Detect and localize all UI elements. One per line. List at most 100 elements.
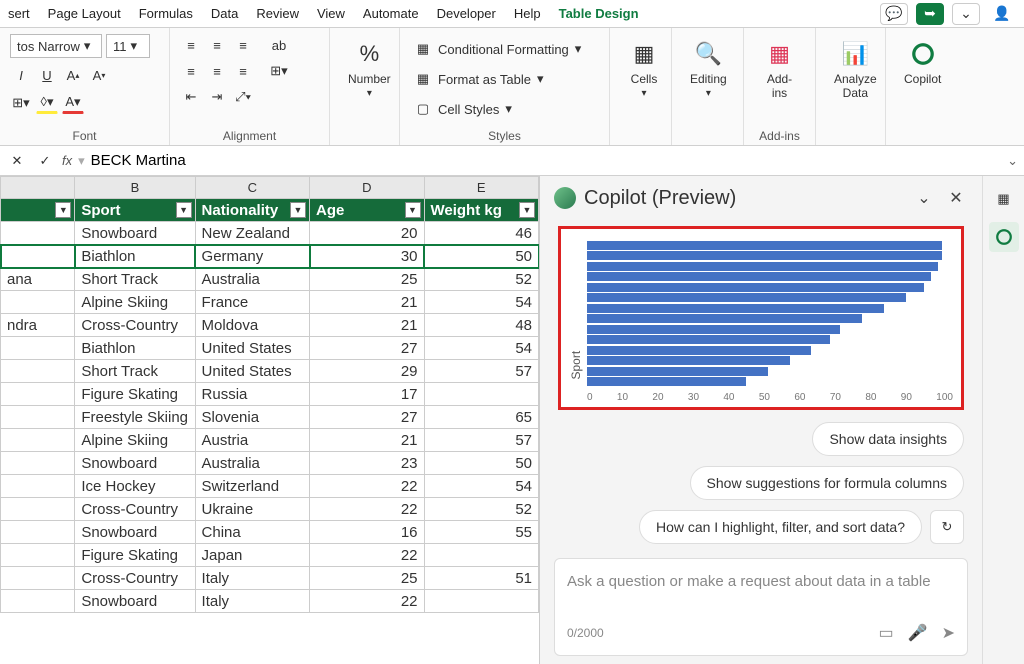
cell[interactable]: Snowboard bbox=[75, 222, 195, 245]
addins-button[interactable]: ▦Add-ins bbox=[754, 34, 805, 105]
cell[interactable] bbox=[1, 337, 75, 360]
col-header[interactable]: D bbox=[310, 177, 424, 199]
cell[interactable]: Cross-Country bbox=[75, 314, 195, 337]
table-header[interactable]: ▼ bbox=[1, 199, 75, 222]
cell[interactable]: 48 bbox=[424, 314, 539, 337]
copilot-input[interactable]: Ask a question or make a request about d… bbox=[554, 558, 968, 656]
font-family-select[interactable]: tos Narrow▾ bbox=[10, 34, 102, 58]
cell[interactable]: Italy bbox=[195, 590, 309, 613]
cell[interactable]: 57 bbox=[424, 429, 539, 452]
cell[interactable]: Cross-Country bbox=[75, 567, 195, 590]
font-color-button[interactable]: A▾ bbox=[62, 92, 84, 114]
cell[interactable]: United States bbox=[195, 360, 309, 383]
table-row[interactable]: SnowboardChina1655 bbox=[1, 521, 539, 544]
col-header[interactable]: B bbox=[75, 177, 195, 199]
tab-insert[interactable]: sert bbox=[8, 6, 30, 21]
table-row[interactable]: Ice HockeySwitzerland2254 bbox=[1, 475, 539, 498]
table-row[interactable]: SnowboardNew Zealand2046 bbox=[1, 222, 539, 245]
table-header[interactable]: Weight kg▼ bbox=[424, 199, 539, 222]
cell[interactable] bbox=[1, 245, 75, 268]
tab-table-design[interactable]: Table Design bbox=[559, 6, 639, 21]
cell[interactable]: 23 bbox=[310, 452, 424, 475]
cell[interactable]: 27 bbox=[310, 337, 424, 360]
italic-button[interactable]: I bbox=[10, 64, 32, 86]
table-row[interactable]: SnowboardItaly22 bbox=[1, 590, 539, 613]
filter-icon[interactable]: ▼ bbox=[519, 202, 535, 218]
cell[interactable]: Short Track bbox=[75, 360, 195, 383]
show-insights-button[interactable]: Show data insights bbox=[812, 422, 964, 456]
cell[interactable] bbox=[1, 521, 75, 544]
cell[interactable]: 65 bbox=[424, 406, 539, 429]
cell[interactable]: Ukraine bbox=[195, 498, 309, 521]
cell[interactable]: Figure Skating bbox=[75, 383, 195, 406]
mic-icon[interactable]: 🎤 bbox=[908, 623, 928, 643]
analyze-data-button[interactable]: 📊Analyze Data bbox=[826, 34, 885, 105]
attach-icon[interactable]: ▭ bbox=[879, 623, 894, 643]
cell[interactable]: Australia bbox=[195, 268, 309, 291]
cell[interactable]: 21 bbox=[310, 314, 424, 337]
cell[interactable]: 27 bbox=[310, 406, 424, 429]
tab-formulas[interactable]: Formulas bbox=[139, 6, 193, 21]
cell[interactable]: 46 bbox=[424, 222, 539, 245]
cell[interactable] bbox=[424, 544, 539, 567]
cell[interactable] bbox=[1, 291, 75, 314]
cell[interactable]: Freestyle Skiing bbox=[75, 406, 195, 429]
underline-button[interactable]: U bbox=[36, 64, 58, 86]
cell[interactable] bbox=[1, 475, 75, 498]
cell[interactable]: 50 bbox=[424, 452, 539, 475]
cell[interactable]: Slovenia bbox=[195, 406, 309, 429]
tab-automate[interactable]: Automate bbox=[363, 6, 419, 21]
tab-help[interactable]: Help bbox=[514, 6, 541, 21]
formula-suggestions-button[interactable]: Show suggestions for formula columns bbox=[690, 466, 964, 500]
accept-formula-button[interactable]: ✓ bbox=[34, 150, 56, 172]
cell[interactable]: 25 bbox=[310, 567, 424, 590]
cell[interactable]: 25 bbox=[310, 268, 424, 291]
cell[interactable]: 17 bbox=[310, 383, 424, 406]
table-row[interactable]: Short TrackUnited States2957 bbox=[1, 360, 539, 383]
cell[interactable]: China bbox=[195, 521, 309, 544]
cell[interactable] bbox=[424, 590, 539, 613]
cell[interactable]: 21 bbox=[310, 291, 424, 314]
cell[interactable]: Italy bbox=[195, 567, 309, 590]
fill-color-button[interactable]: ◊▾ bbox=[36, 92, 58, 114]
fx-icon[interactable]: fx bbox=[62, 153, 72, 168]
cell[interactable] bbox=[1, 360, 75, 383]
cell[interactable] bbox=[1, 544, 75, 567]
cell[interactable]: United States bbox=[195, 337, 309, 360]
cell[interactable]: 54 bbox=[424, 337, 539, 360]
indent-dec-button[interactable]: ⇤ bbox=[180, 86, 202, 108]
cell[interactable]: Japan bbox=[195, 544, 309, 567]
cell[interactable]: 51 bbox=[424, 567, 539, 590]
table-row[interactable]: SnowboardAustralia2350 bbox=[1, 452, 539, 475]
filter-icon[interactable]: ▼ bbox=[290, 202, 306, 218]
table-row[interactable]: BiathlonUnited States2754 bbox=[1, 337, 539, 360]
align-top-button[interactable]: ≡ bbox=[180, 34, 202, 56]
table-row[interactable]: Figure SkatingJapan22 bbox=[1, 544, 539, 567]
tab-review[interactable]: Review bbox=[256, 6, 299, 21]
side-grid-icon[interactable]: ▦ bbox=[989, 184, 1019, 214]
cell[interactable]: 54 bbox=[424, 475, 539, 498]
table-row[interactable]: BiathlonGermany3050 bbox=[1, 245, 539, 268]
align-left-button[interactable]: ≡ bbox=[180, 60, 202, 82]
copilot-ribbon-button[interactable]: Copilot bbox=[896, 34, 949, 90]
col-header[interactable] bbox=[1, 177, 75, 199]
cell[interactable]: 22 bbox=[310, 544, 424, 567]
cell[interactable] bbox=[1, 590, 75, 613]
conditional-formatting-button[interactable]: ▦Conditional Formatting▾ bbox=[410, 38, 585, 60]
table-row[interactable]: ndraCross-CountryMoldova2148 bbox=[1, 314, 539, 337]
cell[interactable]: Switzerland bbox=[195, 475, 309, 498]
table-header[interactable]: Age▼ bbox=[310, 199, 424, 222]
filter-icon[interactable]: ▼ bbox=[55, 202, 71, 218]
cells-button[interactable]: ▦Cells▾ bbox=[620, 34, 668, 103]
close-icon[interactable]: ✕ bbox=[944, 186, 968, 210]
cell[interactable]: 55 bbox=[424, 521, 539, 544]
cell[interactable]: Short Track bbox=[75, 268, 195, 291]
cell[interactable]: Snowboard bbox=[75, 590, 195, 613]
filter-icon[interactable]: ▼ bbox=[176, 202, 192, 218]
collapse-icon[interactable]: ⌄ bbox=[912, 186, 936, 210]
highlight-data-button[interactable]: How can I highlight, filter, and sort da… bbox=[639, 510, 922, 544]
align-right-button[interactable]: ≡ bbox=[232, 60, 254, 82]
table-row[interactable]: Cross-CountryUkraine2252 bbox=[1, 498, 539, 521]
cell[interactable]: Cross-Country bbox=[75, 498, 195, 521]
table-header[interactable]: Nationality▼ bbox=[195, 199, 309, 222]
